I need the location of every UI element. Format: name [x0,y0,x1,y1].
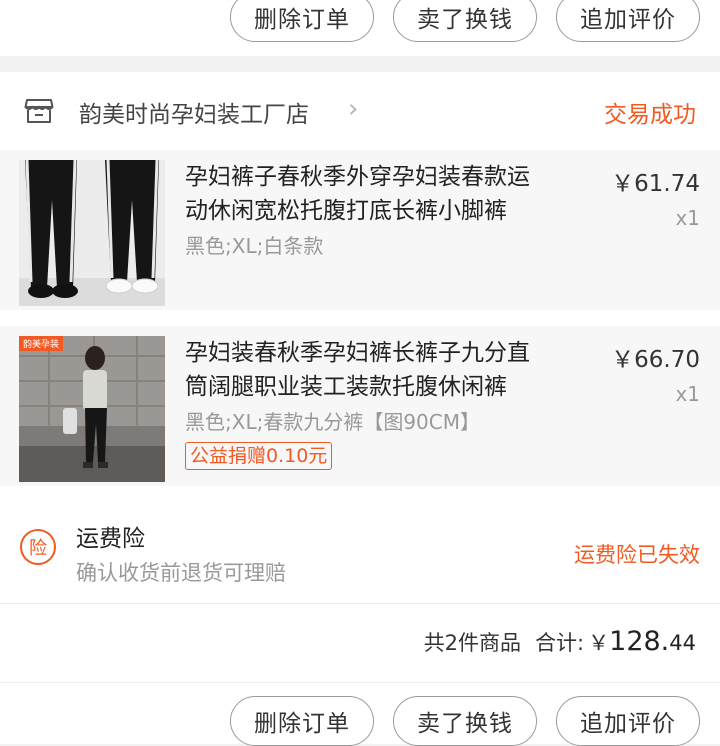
shop-name[interactable]: 韵美时尚孕妇装工厂店 [79,95,309,129]
product-title[interactable]: 孕妇裤子春秋季外穿孕妇装春款运动休闲宽松托腹打底长裤小脚裤 [185,160,545,228]
product-spec: 黑色;XL;春款九分裤【图90CM】 [185,410,480,434]
chevron-right-icon: › [348,94,359,124]
sell-item-button[interactable]: 卖了换钱 [393,696,537,746]
sell-item-button[interactable]: 卖了换钱 [393,0,537,42]
insurance-subtitle: 确认收货前退货可理赔 [76,561,286,585]
product-spec: 黑色;XL;白条款 [185,234,324,258]
insurance-icon: 险 [20,529,56,565]
store-icon [24,99,54,123]
order-status: 交易成功 [604,102,696,128]
shipping-insurance-row[interactable]: 险 运费险 确认收货前退货可理赔 运费险已失效 [0,497,720,603]
top-action-row: 删除订单 卖了换钱 追加评价 [0,0,720,56]
insurance-title: 运费险 [76,526,145,552]
store-watermark-badge: 韵美孕装 [19,336,64,351]
product-quantity: x1 [675,206,700,230]
total-label: 合计: [535,631,585,655]
order-card: 韵美时尚孕妇装工厂店 › 交易成功 孕妇裤子春秋季外穿孕妇装春款运动休闲宽松托腹… [0,72,720,746]
order-item[interactable]: 孕妇裤子春秋季外穿孕妇装春款运动休闲宽松托腹打底长裤小脚裤 黑色;XL;白条款 … [0,150,720,310]
charity-donation-tag: 公益捐赠0.10元 [185,442,333,470]
currency-symbol: ￥ [588,631,610,655]
order-item[interactable]: 韵美孕装 孕妇装春秋季孕妇裤长裤子九分直筒阔腿职业装工装款托腹休闲裤 黑色;XL… [0,326,720,486]
bottom-action-row: 删除订单 卖了换钱 追加评价 [0,683,720,746]
delete-order-button[interactable]: 删除订单 [230,0,374,42]
total-amount-integer: 128. [609,626,670,657]
item-count: 共2件商品 [423,631,522,655]
add-review-button[interactable]: 追加评价 [556,696,700,746]
product-thumbnail[interactable]: 韵美孕装 [19,336,165,482]
product-price: ￥61.74 [611,171,700,197]
total-amount-decimal: 44 [669,631,696,655]
product-price: ￥66.70 [611,347,700,373]
insurance-status: 运费险已失效 [574,543,700,567]
product-thumbnail[interactable] [19,160,165,306]
shop-header[interactable]: 韵美时尚孕妇装工厂店 › 交易成功 [0,72,720,150]
add-review-button[interactable]: 追加评价 [556,0,700,42]
product-title[interactable]: 孕妇装春秋季孕妇裤长裤子九分直筒阔腿职业装工装款托腹休闲裤 [185,336,545,404]
product-quantity: x1 [675,382,700,406]
order-total-row: 共2件商品 合计: ￥ 128. 44 [0,603,720,683]
delete-order-button[interactable]: 删除订单 [230,696,374,746]
